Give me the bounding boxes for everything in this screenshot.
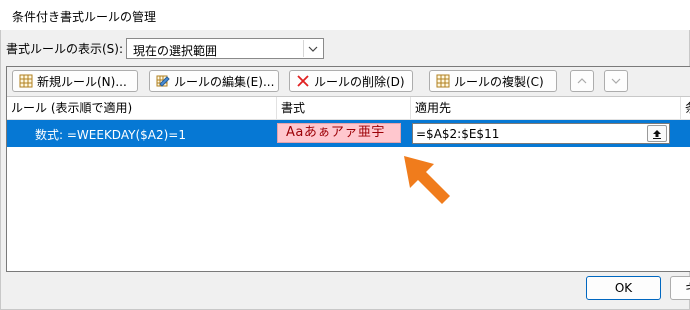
delete-rule-label: ルールの削除(D) [314, 74, 405, 89]
move-up-button[interactable] [570, 70, 594, 92]
chevron-down-icon[interactable] [303, 40, 322, 57]
window-title: 条件付き書式ルールの管理 [12, 10, 157, 24]
edit-icon [156, 74, 170, 88]
collapse-range-button[interactable] [647, 125, 667, 142]
delete-x-icon [296, 74, 310, 88]
grid-icon [19, 74, 33, 88]
annotation-arrow-icon [404, 156, 450, 204]
new-rule-label: 新規ルール(N)... [37, 74, 127, 89]
rules-panel: 新規ルール(N)... ルールの編集(E)... ルールの削除(D) ルールの複… [6, 66, 690, 272]
title-bar: 条件付き書式ルールの管理 [0, 0, 690, 30]
delete-rule-button[interactable]: ルールの削除(D) [289, 70, 413, 92]
column-header-applies-to[interactable]: 適用先 [411, 97, 681, 119]
applies-to-input[interactable]: =$A$2:$E$11 [412, 123, 670, 144]
new-rule-button[interactable]: 新規ルール(N)... [12, 70, 138, 92]
edit-rule-button[interactable]: ルールの編集(E)... [149, 70, 279, 92]
table-row[interactable]: 数式: =WEEKDAY($A2)=1 Aaあぁアァ亜宇 =$A$2:$E$11 [7, 120, 690, 147]
chevron-up-icon [577, 78, 587, 84]
show-rules-label: 書式ルールの表示(S): [6, 42, 124, 56]
rules-table-header: ルール (表示順で適用) 書式 適用先 条 [7, 97, 690, 120]
duplicate-rule-button[interactable]: ルールの複製(C) [429, 70, 557, 92]
column-header-format[interactable]: 書式 [277, 97, 411, 119]
rule-formula: 数式: =WEEKDAY($A2)=1 [35, 128, 186, 142]
applies-to-value: =$A$2:$E$11 [416, 127, 500, 141]
edit-rule-label: ルールの編集(E)... [174, 74, 275, 89]
ok-button[interactable]: OK [586, 276, 661, 300]
show-rules-dropdown[interactable]: 現在の選択範囲 [126, 38, 324, 59]
cancel-button[interactable]: キ [670, 276, 690, 300]
column-header-stop-if-true[interactable]: 条 [681, 97, 690, 119]
rules-toolbar: 新規ルール(N)... ルールの編集(E)... ルールの削除(D) ルールの複… [7, 67, 690, 97]
duplicate-grid-icon [436, 74, 450, 88]
format-preview: Aaあぁアァ亜宇 [277, 123, 401, 143]
chevron-down-icon [611, 78, 621, 84]
show-rules-value: 現在の選択範囲 [133, 44, 218, 58]
move-down-button[interactable] [604, 70, 628, 92]
column-header-rule[interactable]: ルール (表示順で適用) [7, 97, 277, 119]
duplicate-rule-label: ルールの複製(C) [454, 74, 544, 89]
upload-arrow-icon [653, 129, 661, 139]
